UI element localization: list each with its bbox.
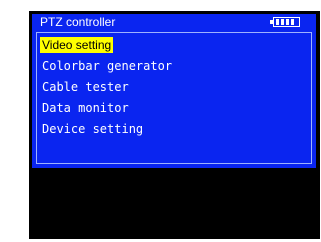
battery-bar xyxy=(276,19,279,25)
menu-item-video-setting[interactable]: Video setting xyxy=(38,35,288,56)
menu-item-label: Data monitor xyxy=(42,101,129,115)
menu-item-device-setting[interactable]: Device setting xyxy=(38,119,288,140)
battery-bar xyxy=(291,19,294,25)
battery-bar xyxy=(281,19,284,25)
menu-item-label: Cable tester xyxy=(42,80,129,94)
battery-bar xyxy=(286,19,289,25)
menu-item-colorbar-generator[interactable]: Colorbar generator xyxy=(38,56,288,77)
window-title: PTZ controller xyxy=(40,15,116,29)
device-screen: PTZ controller Video setting Colorbar ge… xyxy=(29,11,320,239)
menu-item-data-monitor[interactable]: Data monitor xyxy=(38,98,288,119)
menu-item-cable-tester[interactable]: Cable tester xyxy=(38,77,288,98)
menu-item-label: Device setting xyxy=(42,122,144,136)
battery-icon xyxy=(270,17,300,27)
menu-item-label: Colorbar generator xyxy=(42,59,173,73)
menu-item-label: Video setting xyxy=(40,37,114,53)
menu-panel: PTZ controller Video setting Colorbar ge… xyxy=(32,14,316,168)
main-menu: Video setting Colorbar generator Cable t… xyxy=(38,35,288,140)
